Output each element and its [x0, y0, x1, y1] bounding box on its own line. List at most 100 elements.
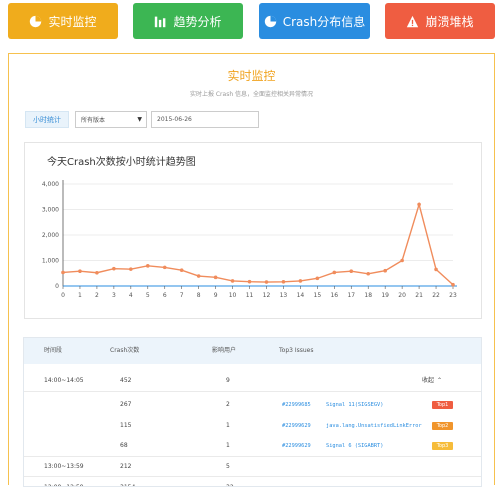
data-point — [366, 271, 371, 276]
x-tick-label: 19 — [381, 292, 389, 299]
crash-trend-chart: 今天Crash次数按小时统计趋势图 0 1,000 2,000 3,000 4,000 0 1… — [24, 142, 482, 319]
data-point — [434, 267, 438, 272]
top-rank-badge: Top3 — [432, 442, 453, 450]
monitor-panel: 实时监控 实时上报 Crash 信息，全面监控相关异常情况 小时统计 所有版本 … — [8, 53, 495, 487]
chart-svg: 今天Crash次数按小时统计趋势图 0 1,000 2,000 3,000 4,000 0 1… — [42, 155, 457, 299]
x-tick-label: 9 — [214, 292, 218, 299]
data-point — [78, 269, 82, 274]
chart-title: 今天Crash次数按小时统计趋势图 — [47, 155, 196, 168]
version-select[interactable]: 所有版本 ▼ — [75, 111, 147, 128]
x-tick-label: 16 — [330, 292, 338, 299]
x-tick-label: 10 — [229, 292, 237, 299]
nav-button-crash-stack[interactable]: 崩溃堆栈 — [385, 3, 495, 39]
top-nav: 实时监控 趋势分析 Crash分布信息 崩溃堆栈 — [0, 0, 500, 44]
data-point — [383, 268, 387, 273]
date-input[interactable]: 2015-06-26 — [151, 111, 259, 128]
table-header: 时间段 Crash次数 影响用户 Top3 Issues — [24, 338, 481, 364]
data-point — [247, 279, 252, 284]
cell-count: 267 — [120, 401, 132, 408]
x-tick-label: 13 — [280, 292, 288, 299]
x-tick-label: 1 — [78, 292, 82, 299]
issue-link[interactable]: #22999629 — [282, 417, 311, 435]
cell-count: 212 — [120, 463, 132, 470]
cell-time: 13:00~13:59 — [44, 463, 84, 470]
table-row: 13:00~13:59 212 5 — [24, 458, 481, 476]
data-point — [61, 270, 65, 275]
nav-label: 趋势分析 — [173, 14, 222, 29]
data-point — [230, 279, 235, 283]
nav-button-realtime-monitor[interactable]: 实时监控 — [8, 3, 118, 39]
x-tick-label: 21 — [415, 292, 423, 299]
x-tick-label: 11 — [246, 292, 254, 299]
table-row: 267 2 #22999685 Signal 11(SIGSEGV) Top1 — [24, 395, 481, 415]
cell-users: 2 — [226, 401, 230, 408]
crash-table: 时间段 Crash次数 影响用户 Top3 Issues 14:00~14:05… — [23, 337, 482, 487]
cell-users: 5 — [226, 463, 230, 470]
warning-icon — [407, 15, 419, 27]
x-tick-label: 2 — [95, 292, 99, 299]
data-point — [451, 282, 455, 287]
x-tick-label: 8 — [197, 292, 201, 299]
x-tick-label: 12 — [263, 292, 271, 299]
cell-users: 1 — [226, 442, 230, 449]
error-message[interactable]: java.lang.UnsatisfiedLinkError — [326, 417, 422, 435]
table-row: 14:00~14:05 452 9 收起 ⌃ — [24, 371, 481, 391]
data-point — [417, 202, 421, 207]
data-point — [179, 268, 184, 272]
table-row: 12:00~12:59 3154 32 — [24, 478, 481, 486]
bar-chart-icon — [155, 16, 166, 27]
table-row: 68 1 #22999629 Signal 6 (SIGABRT) Top3 — [24, 436, 481, 456]
caret-down-icon: ▼ — [137, 116, 142, 123]
cell-count: 68 — [120, 442, 128, 449]
cell-count: 115 — [120, 422, 132, 429]
data-point — [129, 267, 133, 271]
data-point — [95, 270, 99, 275]
nav-button-trend-analysis[interactable]: 趋势分析 — [133, 3, 243, 39]
cell-time: 14:00~14:05 — [44, 377, 84, 384]
row-divider — [24, 476, 481, 477]
top-rank-badge: Top1 — [432, 401, 453, 409]
x-tick-label: 0 — [61, 292, 65, 299]
issue-link[interactable]: #22999629 — [282, 436, 311, 456]
cell-count: 452 — [120, 377, 132, 384]
cell-count: 3154 — [120, 478, 135, 486]
cell-users: 1 — [226, 422, 230, 429]
x-tick-label: 15 — [314, 292, 322, 299]
nav-label: 崩溃堆栈 — [425, 14, 474, 29]
data-point — [281, 279, 286, 284]
data-point — [112, 266, 116, 271]
y-tick-label: 3,000 — [42, 207, 59, 214]
data-point — [400, 258, 404, 263]
pie-chart-icon — [264, 15, 276, 27]
error-message[interactable]: Signal 11(SIGSEGV) — [326, 395, 383, 415]
header-count: Crash次数 — [110, 347, 140, 354]
x-tick-label: 4 — [129, 292, 133, 299]
nav-label: Crash分布信息 — [282, 14, 366, 29]
x-tick-label: 3 — [112, 292, 116, 299]
x-tick-label: 14 — [297, 292, 305, 299]
y-tick-label: 1,000 — [42, 258, 59, 265]
nav-label: 实时监控 — [48, 14, 97, 29]
pie-chart-icon — [30, 15, 42, 27]
x-tick-label: 18 — [364, 292, 372, 299]
cell-users: 9 — [226, 377, 230, 384]
tab-hourly-stats[interactable]: 小时统计 — [25, 111, 69, 128]
series-line-crash-count — [62, 201, 454, 286]
data-point — [315, 276, 320, 281]
header-users: 影响用户 — [212, 347, 237, 354]
row-divider — [24, 391, 481, 392]
x-tick-label: 6 — [163, 292, 167, 299]
chevron-up-icon: ⌃ — [437, 377, 443, 384]
x-tick-label: 22 — [432, 292, 440, 299]
row-divider — [24, 456, 481, 457]
data-point — [196, 274, 201, 278]
collapse-toggle[interactable]: 收起 ⌃ — [422, 371, 442, 391]
error-message[interactable]: Signal 6 (SIGABRT) — [326, 436, 383, 456]
issue-link[interactable]: #22999685 — [282, 395, 311, 415]
cell-users: 32 — [226, 478, 234, 486]
x-tick-label: 5 — [146, 292, 150, 299]
panel-subtitle: 实时上报 Crash 信息，全面监控相关异常情况 — [189, 91, 314, 98]
nav-button-crash-distribution[interactable]: Crash分布信息 — [259, 3, 370, 39]
header-time: 时间段 — [44, 347, 63, 354]
data-point — [332, 270, 337, 275]
